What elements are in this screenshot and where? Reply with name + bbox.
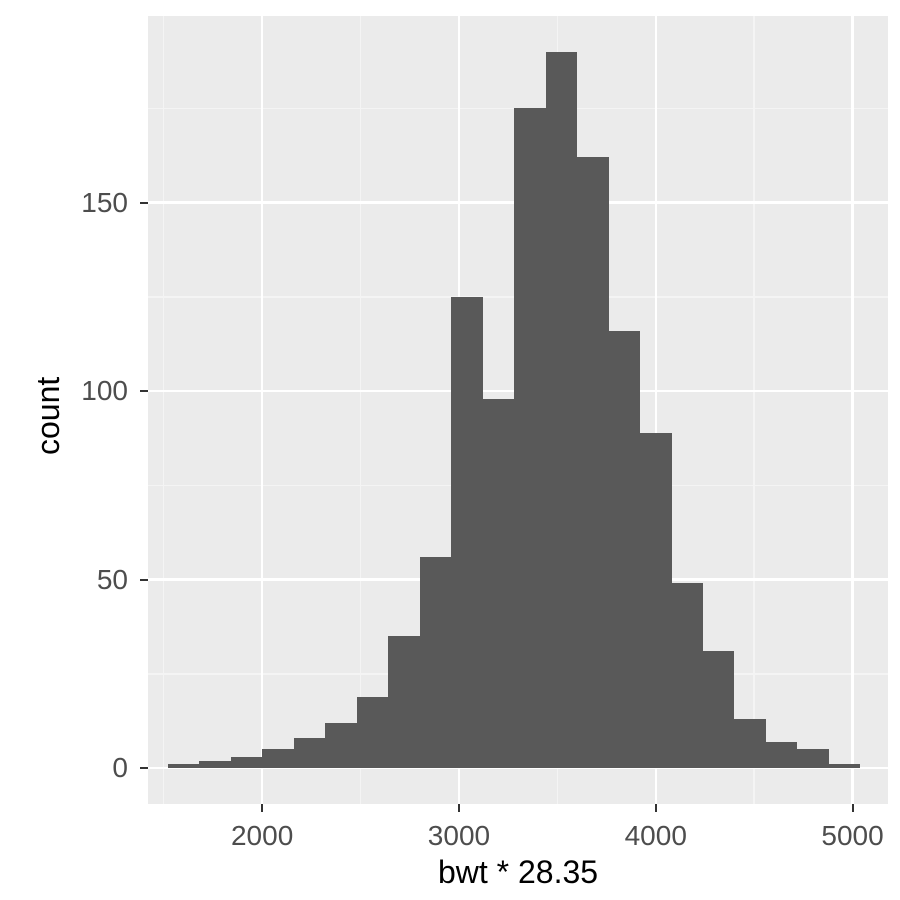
- histogram-bar: [420, 557, 451, 768]
- histogram-bar: [546, 52, 577, 768]
- y-tick-label: 150: [0, 187, 128, 219]
- y-tick-label: 0: [0, 752, 128, 784]
- histogram-bar: [703, 651, 734, 768]
- histogram-bar: [168, 764, 199, 768]
- histogram-bar: [231, 757, 262, 768]
- histogram-bar: [451, 297, 482, 768]
- histogram-bar: [199, 761, 230, 769]
- histogram-bar: [829, 764, 860, 768]
- histogram-bar: [672, 583, 703, 768]
- y-tick-label: 100: [0, 375, 128, 407]
- histogram-bar: [609, 331, 640, 768]
- x-tick-label: 4000: [616, 820, 696, 852]
- x-tick-label: 3000: [419, 820, 499, 852]
- histogram-bar: [514, 108, 545, 768]
- x-tick-mark: [458, 804, 460, 812]
- grid-major-vertical: [261, 16, 264, 804]
- x-axis-label: bwt * 28.35: [148, 854, 888, 891]
- histogram-bar: [388, 636, 419, 768]
- grid-major-vertical: [851, 16, 854, 804]
- y-tick-mark: [140, 390, 148, 392]
- histogram-chart: count bwt * 28.35 2000300040005000050100…: [0, 0, 900, 900]
- histogram-bar: [357, 697, 388, 769]
- x-tick-label: 2000: [222, 820, 302, 852]
- y-tick-mark: [140, 579, 148, 581]
- x-tick-label: 5000: [813, 820, 893, 852]
- x-tick-mark: [852, 804, 854, 812]
- histogram-bar: [797, 749, 828, 768]
- grid-minor-vertical: [163, 16, 165, 804]
- histogram-bar: [483, 399, 514, 768]
- y-tick-mark: [140, 202, 148, 204]
- x-tick-mark: [655, 804, 657, 812]
- x-tick-mark: [261, 804, 263, 812]
- grid-minor-vertical: [360, 16, 362, 804]
- histogram-bar: [262, 749, 293, 768]
- histogram-bar: [640, 433, 671, 769]
- histogram-bar: [294, 738, 325, 768]
- histogram-bar: [766, 742, 797, 768]
- histogram-bar: [577, 157, 608, 768]
- grid-minor-vertical: [753, 16, 755, 804]
- histogram-bar: [325, 723, 356, 768]
- y-tick-label: 50: [0, 564, 128, 596]
- histogram-bar: [734, 719, 765, 768]
- y-tick-mark: [140, 767, 148, 769]
